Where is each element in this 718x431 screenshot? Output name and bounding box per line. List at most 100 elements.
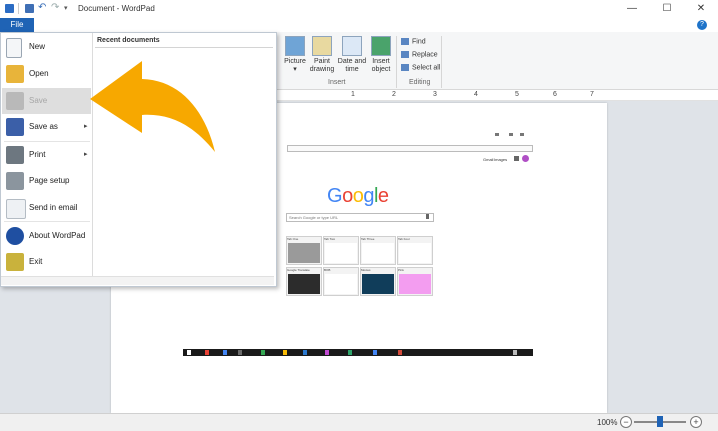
tile-thumbnail	[399, 243, 431, 263]
menu-item-save[interactable]: Save	[2, 88, 91, 114]
new-document-icon	[6, 38, 22, 58]
replace-button[interactable]: Replace	[401, 51, 438, 58]
embedded-search-box: Search Google or type URL	[286, 213, 434, 222]
open-folder-icon	[6, 65, 24, 83]
redo-icon[interactable]: ↷	[51, 2, 59, 13]
menu-item-exit[interactable]: Exit	[2, 249, 91, 275]
binoculars-icon	[401, 38, 409, 45]
menu-item-print-label: Print	[29, 150, 46, 159]
ruler-mark: 6	[553, 91, 557, 98]
undo-icon[interactable]: ↶	[38, 2, 46, 13]
date-time-button[interactable]: Date and time	[337, 36, 367, 74]
taskbar-app-icon	[348, 350, 352, 355]
insert-object-icon	[371, 36, 391, 56]
select-all-label: Select all	[412, 64, 441, 72]
zoom-slider-thumb[interactable]	[657, 416, 663, 427]
ruler-mark: 2	[392, 91, 396, 98]
file-tab[interactable]: File	[0, 18, 34, 32]
save-disk-icon	[6, 92, 24, 110]
recent-documents-divider	[95, 47, 273, 48]
embedded-google-logo: Google	[327, 185, 389, 208]
ruler-mark: 1	[351, 91, 355, 98]
replace-label: Replace	[412, 51, 438, 59]
save-icon[interactable]	[25, 4, 34, 13]
taskbar-app-icon	[303, 350, 307, 355]
group-separator	[396, 36, 397, 88]
tile-thumbnail	[288, 243, 320, 263]
zoom-out-button[interactable]: −	[620, 416, 632, 428]
picture-label: Picture	[284, 58, 306, 65]
find-label: Find	[412, 38, 426, 46]
date-time-label: Date and time	[337, 58, 367, 73]
embedded-images-link: Images	[494, 157, 508, 162]
embedded-address-bar	[287, 145, 533, 152]
logo-letter: o	[342, 185, 353, 207]
paint-palette-icon	[312, 36, 332, 56]
insert-object-label: Insert object	[371, 58, 391, 73]
menu-item-page-setup[interactable]: Page setup	[2, 168, 91, 194]
taskbar-app-icon	[373, 350, 377, 355]
group-separator	[441, 36, 442, 88]
menu-item-open[interactable]: Open	[2, 61, 91, 87]
tile-label: Tab Three	[361, 237, 375, 241]
picture-icon	[285, 36, 305, 56]
tile-thumbnail	[399, 274, 431, 294]
embedded-window-icon	[520, 133, 524, 136]
embedded-apps-icon	[514, 156, 519, 161]
select-all-icon	[401, 64, 409, 71]
maximize-button[interactable]: ☐	[650, 0, 684, 18]
menu-item-page-setup-label: Page setup	[29, 176, 70, 185]
zoom-in-button[interactable]: +	[690, 416, 702, 428]
menu-item-save-as-label: Save as	[29, 122, 58, 131]
tile-label: Pink	[398, 268, 404, 272]
tile-thumbnail	[362, 274, 394, 294]
menu-item-exit-label: Exit	[29, 257, 43, 266]
ruler-mark: 5	[515, 91, 519, 98]
annotation-arrow-shape	[90, 61, 215, 152]
picture-button[interactable]: Picture ▾	[280, 36, 310, 74]
taskbar-app-icon	[325, 350, 329, 355]
calendar-icon	[342, 36, 362, 56]
customize-quick-access-icon[interactable]: ▾	[64, 4, 68, 12]
taskbar-app-icon	[261, 350, 265, 355]
tile-label: Tab Four	[398, 237, 410, 241]
tile-label: Movies	[361, 268, 371, 272]
menu-item-send-email[interactable]: Send in email	[2, 195, 91, 221]
file-menu-footer	[1, 276, 274, 285]
close-button[interactable]: ✕	[684, 0, 718, 18]
picture-caret-icon: ▾	[293, 66, 297, 73]
exit-icon	[6, 253, 24, 271]
embedded-avatar	[522, 155, 529, 162]
printer-icon	[6, 146, 24, 164]
menu-item-new[interactable]: New	[2, 34, 91, 60]
embedded-shortcut-tile: Tab One	[286, 236, 322, 265]
taskbar-app-icon	[205, 350, 209, 355]
paint-drawing-label: Paint drawing	[309, 58, 335, 73]
ruler[interactable]	[275, 91, 718, 101]
paint-drawing-button[interactable]: Paint drawing	[307, 36, 337, 74]
help-icon[interactable]: ?	[697, 20, 707, 30]
menu-item-save-as[interactable]: Save as ▸	[2, 114, 91, 140]
menu-item-about[interactable]: About WordPad	[2, 223, 91, 249]
embedded-shortcut-tile: Movies	[360, 267, 396, 296]
find-button[interactable]: Find	[401, 38, 426, 45]
wordpad-app-icon[interactable]	[5, 4, 14, 13]
taskbar-app-icon	[223, 350, 227, 355]
minimize-button[interactable]: —	[615, 0, 649, 18]
insert-object-button[interactable]: Insert object	[366, 36, 396, 74]
embedded-shortcut-tile: Tab Two	[323, 236, 359, 265]
tile-thumbnail	[288, 274, 320, 294]
ribbon-tab-strip	[0, 18, 718, 32]
ruler-mark: 4	[474, 91, 478, 98]
select-all-button[interactable]: Select all	[401, 64, 440, 71]
ruler-mark: 7	[590, 91, 594, 98]
info-icon	[6, 227, 24, 245]
menu-item-print[interactable]: Print ▸	[2, 142, 91, 168]
taskbar-clock	[513, 350, 517, 355]
tile-label: Google Translate	[287, 268, 310, 272]
embedded-shortcut-tile: Pink	[397, 267, 433, 296]
save-as-icon	[6, 118, 24, 136]
taskbar-app-icon	[283, 350, 287, 355]
logo-letter: e	[377, 185, 389, 207]
menu-item-about-label: About WordPad	[29, 231, 86, 240]
